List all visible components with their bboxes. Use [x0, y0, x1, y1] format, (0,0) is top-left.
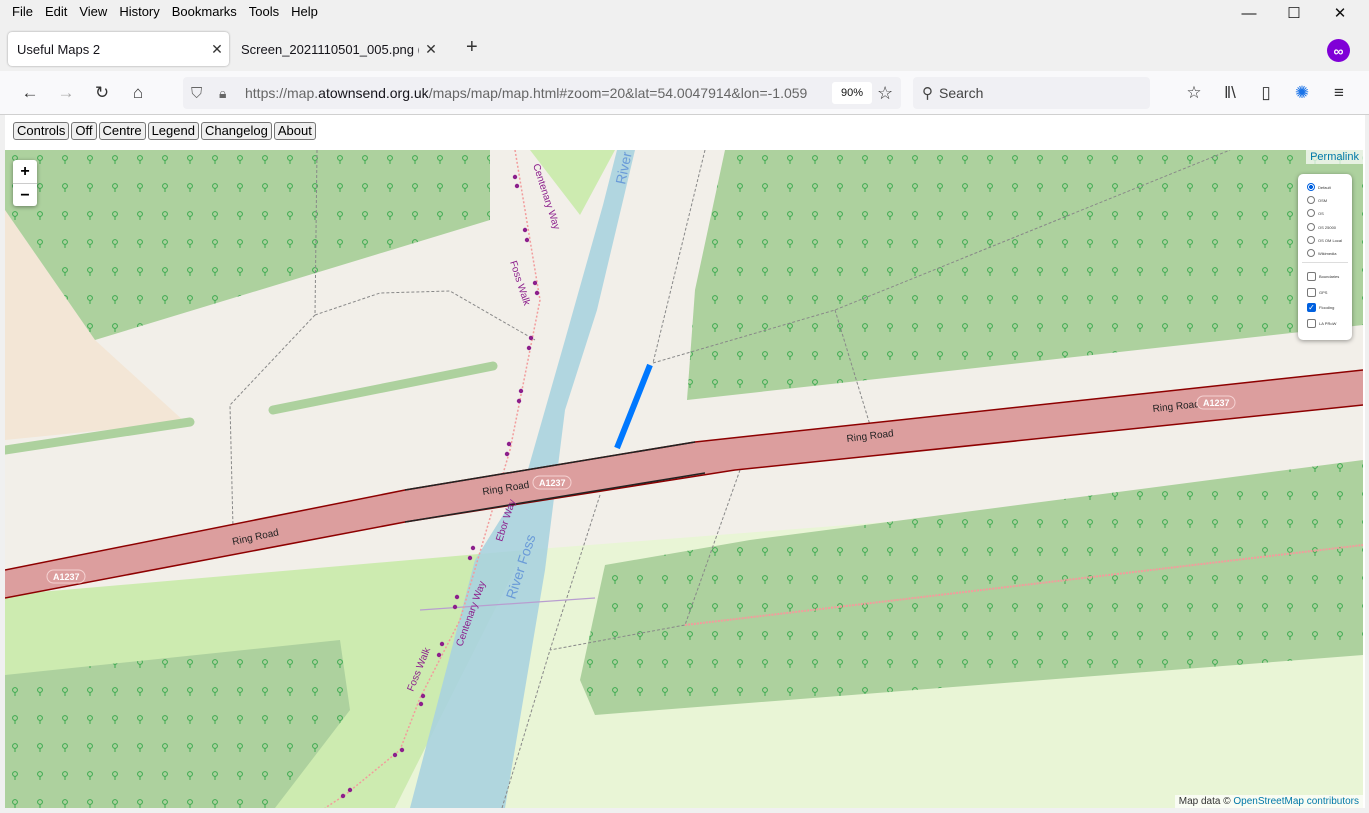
- layer-label: Boundaries: [1319, 274, 1340, 279]
- tab-bar: Useful Maps 2 ✕ Screen_2021110501_005.pn…: [0, 30, 1369, 70]
- radio-button[interactable]: [1307, 236, 1315, 244]
- layer-label: Wikimedia: [1318, 250, 1337, 256]
- close-window-button[interactable]: ✕: [1317, 2, 1363, 24]
- menu-history[interactable]: History: [113, 4, 165, 19]
- radio-button[interactable]: [1307, 249, 1315, 257]
- legend-button[interactable]: Legend: [147, 122, 199, 140]
- map-attribution: Map data © OpenStreetMap contributors: [1174, 795, 1363, 808]
- road-ref-label: A1237: [539, 478, 566, 488]
- layer-label: OS OM Local: [1318, 237, 1343, 243]
- about-button[interactable]: About: [273, 122, 316, 140]
- tab-useful-maps[interactable]: Useful Maps 2 ✕: [8, 32, 229, 66]
- reload-icon[interactable]: ↻: [90, 81, 114, 105]
- flood-highlight: [614, 363, 653, 450]
- radio-button[interactable]: [1307, 223, 1315, 231]
- overlay-flooding[interactable]: ✓ Flooding: [1307, 303, 1334, 312]
- checkbox-checked[interactable]: ✓: [1307, 303, 1316, 312]
- layer-label: Flooding: [1319, 305, 1335, 310]
- base-layer-os25000[interactable]: OS 25000: [1307, 223, 1336, 231]
- search-placeholder: Search: [939, 85, 984, 101]
- woodland-area: [687, 150, 1363, 400]
- home-icon[interactable]: ⌂: [126, 81, 150, 105]
- base-layer-os[interactable]: OS: [1307, 209, 1324, 217]
- layer-label: GPS: [1319, 290, 1328, 295]
- overlay-la-prow[interactable]: LA PRoW: [1307, 319, 1336, 328]
- zoom-in-button[interactable]: +: [13, 160, 37, 184]
- zoom-control: + −: [13, 160, 37, 206]
- menu-help[interactable]: Help: [285, 4, 324, 19]
- radio-button[interactable]: [1307, 183, 1315, 191]
- url-text[interactable]: https://map.atownsend.org.uk/maps/map/ma…: [245, 85, 823, 101]
- close-tab-icon[interactable]: ✕: [419, 41, 443, 58]
- road-ref-label: A1237: [1203, 398, 1230, 408]
- layer-label: OS 25000: [1318, 224, 1337, 230]
- centre-button[interactable]: Centre: [98, 122, 146, 140]
- private-browsing-icon: ∞: [1327, 39, 1350, 62]
- layer-label: Default: [1318, 184, 1331, 190]
- library-icon[interactable]: ‖\: [1218, 81, 1242, 105]
- route-label: Foss Walk: [507, 260, 532, 308]
- shield-icon[interactable]: ⛉: [191, 85, 202, 102]
- menu-edit[interactable]: Edit: [39, 4, 73, 19]
- layer-label: OSM: [1318, 197, 1328, 203]
- osm-contributors-link[interactable]: OpenStreetMap contributors: [1233, 796, 1359, 807]
- woodland-area: [5, 150, 490, 340]
- search-bar[interactable]: ⚲ Search: [913, 77, 1150, 109]
- bookmark-star-icon[interactable]: ☆: [877, 83, 893, 104]
- overlay-gps[interactable]: GPS: [1307, 288, 1327, 297]
- checkbox[interactable]: [1307, 288, 1316, 297]
- radio-button[interactable]: [1307, 196, 1315, 204]
- menu-file[interactable]: File: [0, 4, 39, 19]
- changelog-button[interactable]: Changelog: [200, 122, 272, 140]
- controls-button[interactable]: Controls: [13, 122, 70, 140]
- menu-bookmarks[interactable]: Bookmarks: [166, 4, 243, 19]
- grass-strip: [268, 361, 498, 415]
- url-host: atownsend.org.uk: [318, 85, 429, 101]
- close-tab-icon[interactable]: ✕: [205, 41, 229, 58]
- menu-tools[interactable]: Tools: [243, 4, 285, 19]
- map-canvas[interactable]: Ring Road Ring Road Ring Road Ring Road …: [5, 150, 1363, 808]
- lock-icon[interactable]: 🔒︎: [219, 85, 226, 102]
- base-layer-osm[interactable]: OSM: [1307, 196, 1327, 204]
- radio-button[interactable]: [1307, 209, 1315, 217]
- url-prefix: https://map.: [245, 85, 319, 101]
- off-button[interactable]: Off: [71, 122, 97, 140]
- checkbox[interactable]: [1307, 319, 1316, 328]
- url-path: /maps/map/map.html#zoom=20&lat=54.004791…: [428, 85, 808, 101]
- layer-divider: [1302, 262, 1348, 263]
- search-icon: ⚲: [922, 85, 933, 102]
- web-page: Controls Off Centre Legend Changelog Abo…: [5, 115, 1365, 808]
- tab-title: Screen_2021110501_005.png (PNG Im: [241, 41, 419, 57]
- pocket-icon[interactable]: ☆: [1182, 81, 1206, 105]
- map-tiles[interactable]: Ring Road Ring Road Ring Road Ring Road …: [5, 150, 1363, 808]
- overlay-boundaries[interactable]: Boundaries: [1307, 272, 1339, 281]
- sidebar-icon[interactable]: ▯: [1254, 81, 1278, 105]
- checkbox[interactable]: [1307, 272, 1316, 281]
- minimize-button[interactable]: —: [1226, 2, 1272, 24]
- layer-label: LA PRoW: [1319, 321, 1337, 326]
- base-layer-default[interactable]: Default: [1307, 183, 1331, 191]
- extension-icon[interactable]: ✺: [1290, 81, 1314, 105]
- new-tab-button[interactable]: +: [466, 36, 478, 59]
- layer-switcher: Default OSM OS OS 25000 OS OM Local Wiki…: [1298, 174, 1352, 340]
- road-ref-label: A1237: [53, 572, 80, 582]
- maximize-button[interactable]: ☐: [1271, 2, 1317, 24]
- tab-title: Useful Maps 2: [17, 41, 101, 57]
- permalink-link[interactable]: Permalink: [1306, 150, 1363, 164]
- forward-arrow-icon[interactable]: →: [54, 81, 78, 105]
- base-layer-os-om-local[interactable]: OS OM Local: [1307, 236, 1342, 244]
- navigation-bar: ← → ↻ ⌂ ⛉ 🔒︎ https://map.atownsend.org.u…: [0, 71, 1369, 115]
- menu-view[interactable]: View: [73, 4, 113, 19]
- zoom-out-button[interactable]: −: [13, 184, 37, 207]
- url-bar[interactable]: ⛉ 🔒︎ https://map.atownsend.org.uk/maps/m…: [183, 77, 901, 109]
- tab-screenshot[interactable]: Screen_2021110501_005.png (PNG Im ✕: [233, 32, 453, 66]
- hamburger-menu-icon[interactable]: ≡: [1327, 81, 1351, 105]
- menu-bar: File Edit View History Bookmarks Tools H…: [0, 0, 1369, 22]
- back-arrow-icon[interactable]: ←: [18, 81, 42, 105]
- map-toolbar: Controls Off Centre Legend Changelog Abo…: [13, 122, 316, 140]
- attribution-text: Map data ©: [1178, 796, 1234, 807]
- base-layer-wikimedia[interactable]: Wikimedia: [1307, 249, 1336, 257]
- zoom-level-badge[interactable]: 90%: [832, 82, 872, 104]
- layer-label: OS: [1318, 210, 1324, 216]
